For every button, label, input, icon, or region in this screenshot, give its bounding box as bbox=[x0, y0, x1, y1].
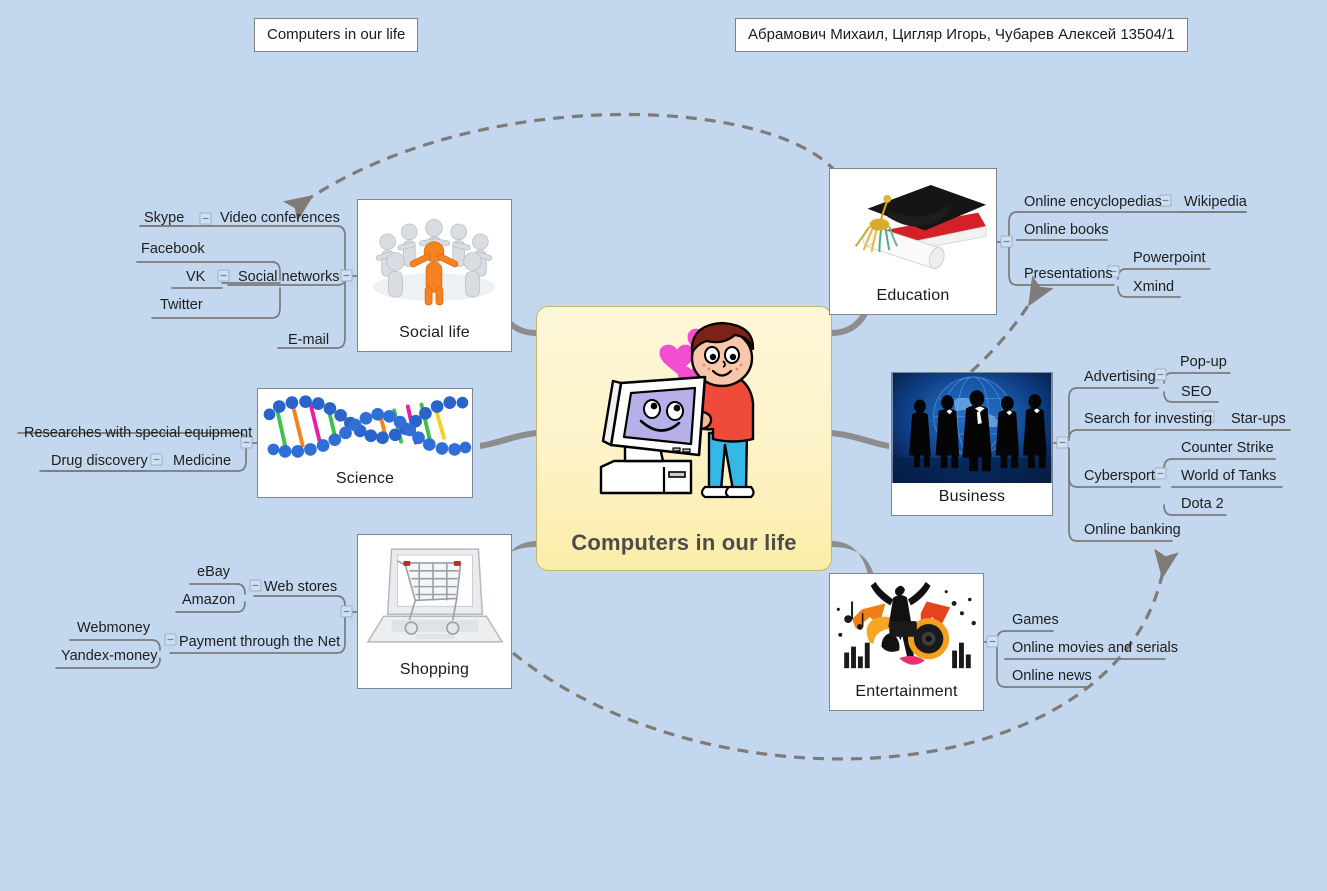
branch-node-education[interactable]: Education bbox=[829, 168, 997, 315]
subtopic-social-networks[interactable]: Social networks bbox=[235, 268, 343, 289]
subtopic-webmoney[interactable]: Webmoney bbox=[74, 619, 153, 640]
subtopic-counter-strike[interactable]: Counter Strike bbox=[1178, 439, 1277, 460]
subtopic-medicine[interactable]: Medicine bbox=[170, 452, 234, 473]
subtopic-online-news[interactable]: Online news bbox=[1009, 667, 1095, 688]
subtopic-games[interactable]: Games bbox=[1009, 611, 1062, 632]
collapse-icon-video-conferences bbox=[199, 212, 212, 225]
authors-box[interactable]: Абрамович Михаил, Цигляр Игорь, Чубарев … bbox=[735, 18, 1188, 52]
branch-label-education: Education bbox=[876, 287, 950, 304]
subtopic-online-movies-and-serials[interactable]: Online movies and serials bbox=[1009, 639, 1181, 660]
bracket-advertising bbox=[1068, 387, 1078, 439]
mindmap-canvas[interactable]: Computers in our life Абрамович Михаил, … bbox=[0, 0, 1327, 891]
bracket-online-banking bbox=[1068, 449, 1078, 542]
people-circle-3d-figures-image bbox=[358, 200, 511, 319]
subtopic-researches-with-special-equipment[interactable]: Researches with special equipment bbox=[21, 424, 255, 445]
subtopic-star-ups[interactable]: Star-ups bbox=[1228, 410, 1289, 431]
subtopic-amazon[interactable]: Amazon bbox=[179, 591, 238, 612]
bracket-email bbox=[336, 281, 346, 349]
branch-label-social-life: Social life bbox=[399, 324, 470, 341]
subtopic-wikipedia[interactable]: Wikipedia bbox=[1181, 193, 1250, 214]
subtopic-yandex-money[interactable]: Yandex-money bbox=[58, 647, 160, 668]
subtopic-pop-up[interactable]: Pop-up bbox=[1177, 353, 1230, 374]
branch-node-social-life[interactable]: Social life bbox=[357, 199, 512, 352]
bracket-dota bbox=[1163, 504, 1173, 516]
bracket-search-investing bbox=[1068, 429, 1078, 441]
bracket-cybersport bbox=[1068, 447, 1078, 488]
bracket-seo bbox=[1163, 391, 1173, 403]
subtopic-online-books[interactable]: Online books bbox=[1021, 221, 1112, 242]
subtopic-cybersport[interactable]: Cybersport bbox=[1081, 467, 1158, 488]
collapse-icon-payment bbox=[164, 633, 177, 646]
graduation-cap-diploma-image bbox=[830, 169, 996, 282]
subtopic-dota-2[interactable]: Dota 2 bbox=[1178, 495, 1227, 516]
central-topic[interactable]: Computers in our life bbox=[536, 306, 832, 571]
branch-node-business[interactable]: Business bbox=[891, 372, 1053, 516]
subtopic-advertising[interactable]: Advertising bbox=[1081, 368, 1159, 389]
collapse-icon-social-root bbox=[340, 269, 353, 282]
branch-label-shopping: Shopping bbox=[399, 661, 470, 678]
bracket-presentations bbox=[1008, 245, 1018, 286]
subtopic-drug-discovery[interactable]: Drug discovery bbox=[48, 452, 151, 473]
branch-label-business: Business bbox=[938, 488, 1006, 505]
bracket-video-conferences bbox=[336, 225, 346, 273]
branch-node-shopping[interactable]: Shopping bbox=[357, 534, 512, 689]
branch-node-science[interactable]: Science bbox=[257, 388, 473, 498]
branch-node-entertainment[interactable]: Entertainment bbox=[829, 573, 984, 711]
dna-double-helix-image bbox=[258, 389, 472, 465]
subtopic-online-banking[interactable]: Online banking bbox=[1081, 521, 1184, 542]
subtopic-video-conferences[interactable]: Video conferences bbox=[217, 209, 343, 230]
map-title-box[interactable]: Computers in our life bbox=[254, 18, 419, 52]
subtopic-facebook[interactable]: Facebook bbox=[138, 240, 208, 261]
subtopic-presentations[interactable]: Presentations bbox=[1021, 265, 1116, 286]
subtopic-vk[interactable]: VK bbox=[183, 268, 208, 289]
subtopic-twitter[interactable]: Twitter bbox=[157, 296, 206, 317]
branch-label-science: Science bbox=[335, 470, 395, 487]
subtopic-world-of-tanks[interactable]: World of Tanks bbox=[1178, 467, 1279, 488]
subtopic-seo[interactable]: SEO bbox=[1178, 383, 1215, 404]
music-dancer-speakers-image bbox=[830, 574, 983, 678]
collapse-icon-education-root bbox=[1000, 235, 1013, 248]
collapse-icon-entertainment-root bbox=[986, 635, 999, 648]
relationship-education-to-video-conferences bbox=[282, 112, 838, 222]
branch-label-entertainment: Entertainment bbox=[855, 683, 958, 700]
subtopic-web-stores[interactable]: Web stores bbox=[261, 578, 340, 599]
subtopic-ebay[interactable]: eBay bbox=[194, 563, 233, 584]
bracket-news bbox=[996, 644, 1006, 688]
bracket-xmind bbox=[1117, 286, 1127, 298]
bracket-powerpoint bbox=[1117, 268, 1127, 280]
bracket-popup bbox=[1163, 372, 1173, 384]
connector-center-science bbox=[480, 430, 537, 449]
boy-hugging-computer-illustration bbox=[599, 321, 755, 499]
collapse-icon-shopping-root bbox=[340, 605, 353, 618]
bracket-online-encyclopedias bbox=[1008, 211, 1018, 239]
subtopic-email[interactable]: E-mail bbox=[285, 331, 332, 352]
bracket-twitter bbox=[271, 287, 281, 319]
subtopic-xmind[interactable]: Xmind bbox=[1130, 278, 1177, 299]
collapse-icon-web-stores bbox=[249, 579, 262, 592]
connector-center-business bbox=[831, 430, 889, 449]
central-topic-label: Computers in our life bbox=[571, 530, 797, 555]
bracket-games bbox=[996, 630, 1006, 642]
map-title-text: Computers in our life bbox=[267, 26, 406, 43]
collapse-icon-medicine bbox=[150, 453, 163, 466]
business-people-globe-image bbox=[892, 373, 1052, 483]
subtopic-payment-through-the-net[interactable]: Payment through the Net bbox=[176, 633, 343, 654]
laptop-shopping-cart-image bbox=[358, 535, 511, 656]
collapse-icon-social-networks bbox=[217, 269, 230, 282]
collapse-icon-business-root bbox=[1056, 436, 1069, 449]
subtopic-skype[interactable]: Skype bbox=[141, 209, 187, 230]
bracket-counter-strike bbox=[1163, 458, 1173, 470]
subtopic-powerpoint[interactable]: Powerpoint bbox=[1130, 249, 1209, 270]
subtopic-online-encyclopedias[interactable]: Online encyclopedias bbox=[1021, 193, 1165, 214]
subtopic-search-for-investing[interactable]: Search for investing bbox=[1081, 410, 1215, 431]
bracket-medicine bbox=[237, 448, 247, 472]
authors-text: Абрамович Михаил, Цигляр Игорь, Чубарев … bbox=[748, 26, 1175, 43]
